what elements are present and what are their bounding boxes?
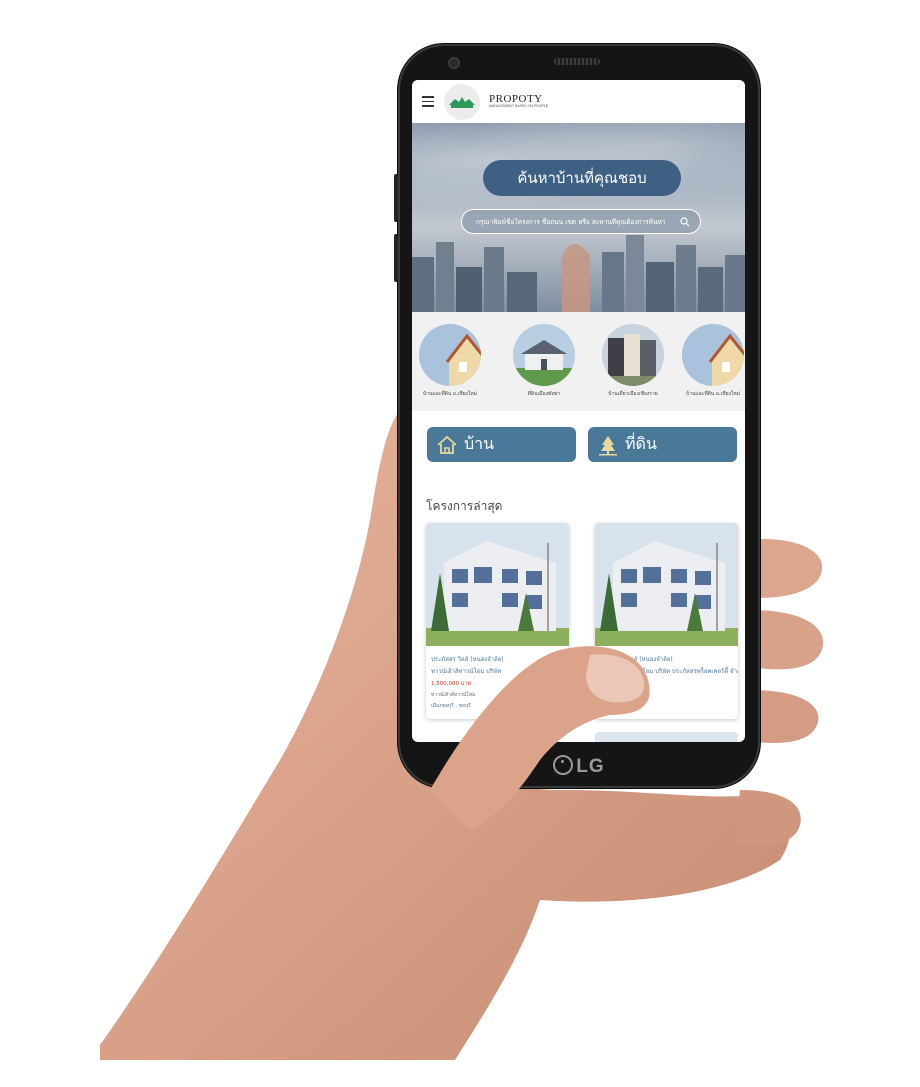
hero-title: ค้นหาบ้านที่คุณชอบ	[483, 160, 681, 196]
category-item[interactable]: บ้านและที่ดิน อ.เชียงใหม่	[412, 324, 490, 398]
category-label: บ้านเดี่ยวเมืองเชียงราย	[608, 391, 658, 397]
front-camera-icon	[448, 57, 460, 69]
category-label: ที่ดินเมืองพัทยา	[527, 391, 561, 397]
category-image	[602, 324, 664, 386]
category-carousel: บ้านและที่ดิน อ.เชียงใหม่ ที่ดินเมืองพัท…	[412, 312, 745, 411]
listing-card-peek	[595, 732, 738, 742]
hamburger-menu-icon[interactable]	[422, 96, 434, 107]
listing-price: 1,500,000 บาท	[431, 681, 471, 687]
search-bar[interactable]	[461, 209, 701, 234]
category-image	[682, 324, 744, 386]
brand-wordmark: PROPOTY MANAGEMENT BASED ON PEOPLE	[489, 94, 548, 109]
app-header: PROPOTY MANAGEMENT BASED ON PEOPLE	[412, 80, 745, 123]
category-image	[513, 324, 575, 386]
search-input[interactable]	[476, 217, 680, 226]
listing-card[interactable]: ประภัสสร วิลล์ (หนองจำล้อ) ทาวน์เฮ้าส์ทา…	[595, 523, 738, 719]
listing-price: 1,500,000 บาท	[600, 681, 640, 687]
tree-icon	[599, 435, 617, 455]
listing-developer: ทาวน์เฮ้าส์ทาวน์โฮม บริษัท ประภัสสรพร็อพ…	[600, 668, 738, 675]
land-type-button[interactable]: ที่ดิน	[588, 427, 737, 462]
category-image	[419, 324, 481, 386]
search-icon[interactable]	[680, 216, 690, 227]
brand-logo[interactable]	[444, 83, 480, 120]
listing-developer: ทาวน์เฮ้าส์ทาวน์โฮม บริษัท	[431, 668, 502, 675]
speaker-grille	[554, 58, 600, 65]
house-icon	[437, 435, 457, 454]
brand-tagline: MANAGEMENT BASED ON PEOPLE	[489, 104, 549, 109]
land-type-label: ที่ดิน	[625, 434, 657, 453]
property-type-row: บ้าน ที่ดิน	[412, 411, 745, 477]
house-type-button[interactable]: บ้าน	[427, 427, 576, 462]
app-screen: PROPOTY MANAGEMENT BASED ON PEOPLE ค้นหา…	[412, 80, 745, 742]
listing-type: ทาวน์เฮ้าส์ทาวน์โฮม	[600, 692, 645, 698]
listing-location: เมืองชลบุรี , ชลบุรี	[431, 703, 471, 709]
house-type-label: บ้าน	[464, 434, 495, 453]
category-item[interactable]: บ้านเดี่ยวเมืองเชียงราย	[593, 324, 673, 398]
category-item[interactable]: บ้านและที่ดิน อ.เชียงใหม่	[673, 324, 745, 398]
listing-type: ทาวน์เฮ้าส์ทาวน์โฮม	[431, 692, 476, 698]
listing-photo	[595, 523, 738, 646]
listing-card[interactable]: ประภัสสร วิลล์ (หนองจำล้อ) ทาวน์เฮ้าส์ทา…	[426, 523, 569, 719]
category-label: บ้านและที่ดิน อ.เชียงใหม่	[422, 391, 478, 397]
listing-name: ประภัสสร วิลล์ (หนองจำล้อ)	[431, 656, 504, 663]
listing-name: ประภัสสร วิลล์ (หนองจำล้อ)	[600, 656, 673, 663]
latest-projects-title: โครงการล่าสุด	[426, 499, 503, 513]
house-logo-icon	[449, 96, 475, 108]
category-label: บ้านและที่ดิน อ.เชียงใหม่	[685, 391, 741, 397]
volume-button-2	[394, 234, 398, 282]
category-item[interactable]: ที่ดินเมืองพัทยา	[504, 324, 584, 398]
lg-logo: LG	[398, 755, 760, 778]
hero-banner: ค้นหาบ้านที่คุณชอบ	[412, 123, 745, 312]
listing-location: เมืองชลบุรี , ชลบุรี	[600, 703, 640, 709]
volume-button	[394, 174, 398, 222]
listing-photo	[426, 523, 569, 646]
